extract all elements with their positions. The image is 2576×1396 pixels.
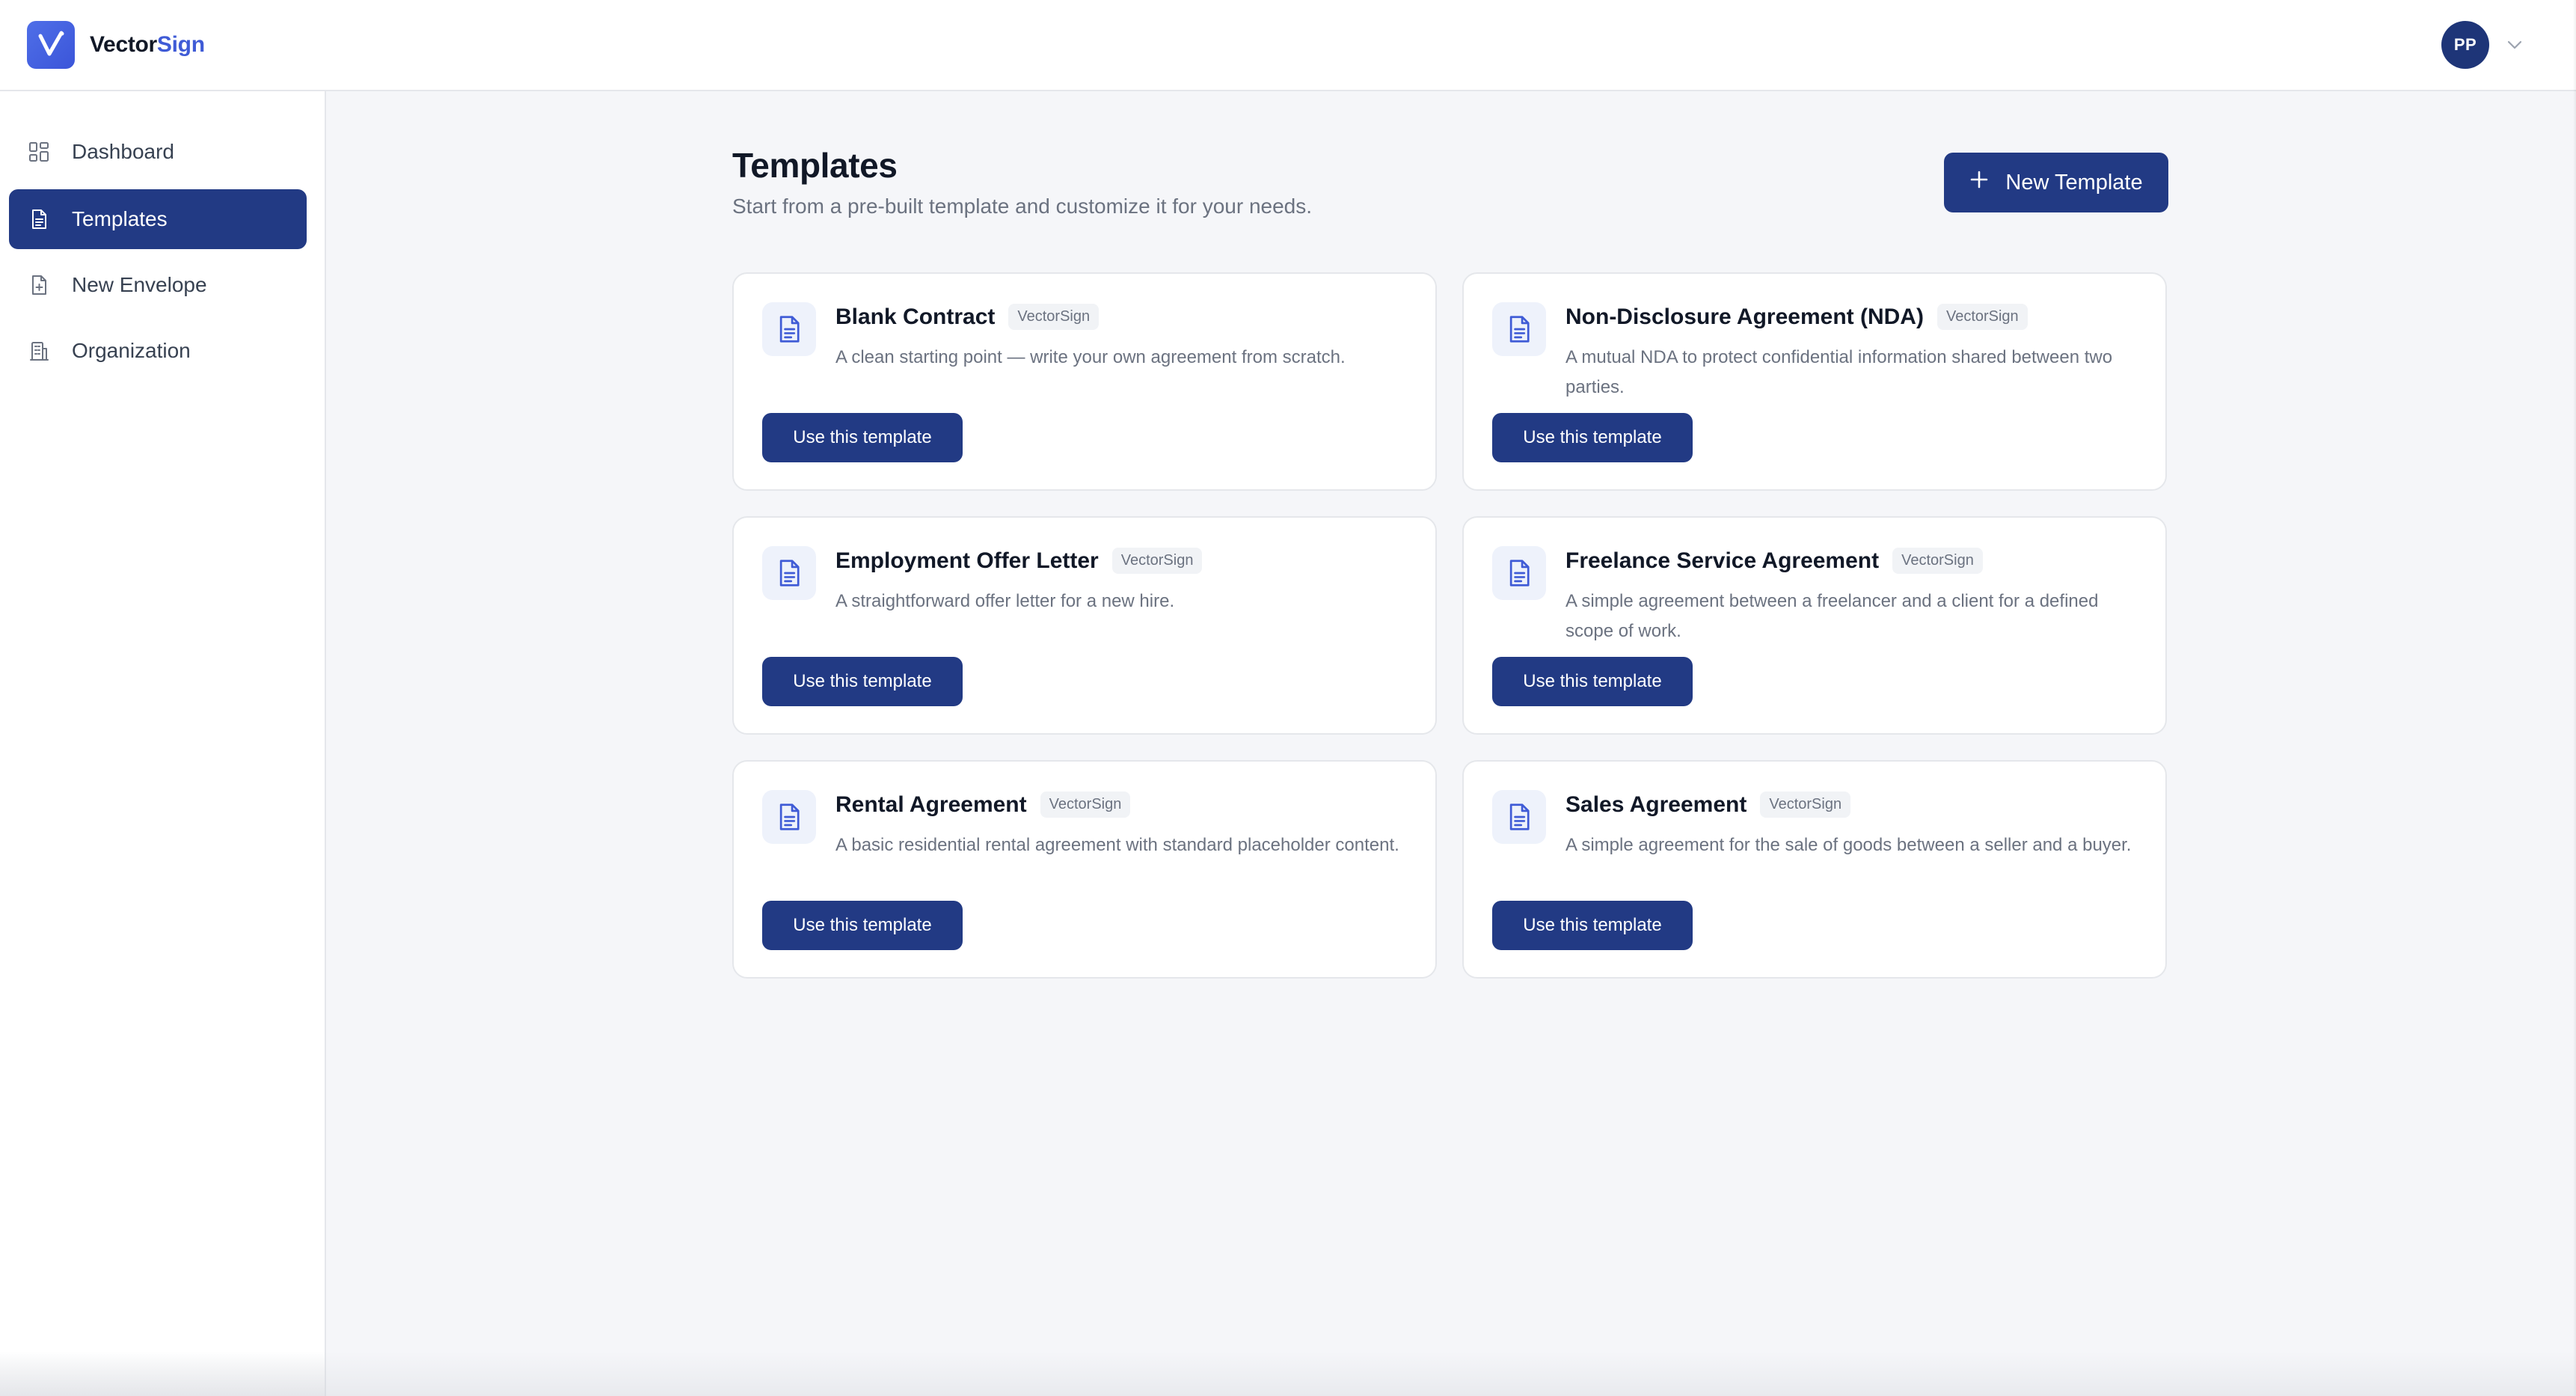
card-badge: VectorSign [1111,548,1203,574]
sidebar-item-label: New Envelope [72,273,207,296]
document-icon [1492,790,1546,844]
card-description: A straightforward offer letter for a new… [835,591,1175,611]
card-description: A simple agreement for the sale of goods… [1565,835,2132,855]
card-description: A simple agreement between a freelancer … [1565,591,2099,641]
card-title: Blank Contract [835,304,996,329]
brand-name: VectorSign [90,32,205,58]
sidebar-item-label: Organization [72,339,191,362]
sidebar-bottom-shadow [0,1351,326,1396]
brand[interactable]: VectorSign [27,21,205,69]
template-card-freelance-service-agreement: Freelance Service Agreement VectorSign A… [1462,516,2167,735]
template-card-sales-agreement: Sales Agreement VectorSign A simple agre… [1462,760,2167,979]
card-title: Sales Agreement [1565,792,1747,817]
main-content: Templates Start from a pre-built templat… [328,91,2576,1396]
use-template-button[interactable]: Use this template [1492,413,1693,462]
card-header: Non-Disclosure Agreement (NDA) VectorSig… [1565,304,2028,330]
card-header: Rental Agreement VectorSign [835,792,1131,818]
use-template-button[interactable]: Use this template [762,901,963,950]
sidebar: Dashboard Templates New Envelope Organiz… [0,91,326,1396]
document-icon [762,546,816,600]
template-card-rental-agreement: Rental Agreement VectorSign A basic resi… [732,760,1437,979]
card-badge: VectorSign [1892,548,1983,574]
sidebar-item-new-envelope[interactable]: New Envelope [9,255,307,315]
sidebar-item-label: Dashboard [72,140,174,163]
user-menu[interactable]: PP [2441,21,2524,69]
plus-icon [1969,170,1989,195]
card-badge: VectorSign [1008,304,1100,330]
grid-icon [28,141,49,162]
top-header: VectorSign PP [0,0,2576,91]
card-header: Employment Offer Letter VectorSign [835,548,1203,574]
sidebar-item-label: Templates [72,207,168,230]
template-card-employment-offer-letter: Employment Offer Letter VectorSign A str… [732,516,1437,735]
page-subtitle: Start from a pre-built template and cust… [732,195,1313,218]
card-badge: VectorSign [1936,304,2028,330]
card-description: A basic residential rental agreement wit… [835,835,1399,855]
sidebar-item-dashboard[interactable]: Dashboard [9,122,307,182]
chevron-down-icon[interactable] [2506,36,2524,54]
card-description: A mutual NDA to protect confidential inf… [1565,347,2113,397]
card-title: Freelance Service Agreement [1565,548,1880,573]
document-icon [762,790,816,844]
card-header: Sales Agreement VectorSign [1565,792,1851,818]
use-template-button[interactable]: Use this template [762,657,963,706]
document-icon [28,209,49,230]
sidebar-item-templates[interactable]: Templates [9,189,307,249]
card-description: A clean starting point — write your own … [835,347,1346,367]
use-template-button[interactable]: Use this template [1492,901,1693,950]
use-template-button[interactable]: Use this template [762,413,963,462]
document-icon [1492,302,1546,356]
card-title: Employment Offer Letter [835,548,1099,573]
new-template-label: New Template [2005,170,2143,195]
sidebar-item-organization[interactable]: Organization [9,321,307,381]
template-card-blank-contract: Blank Contract VectorSign A clean starti… [732,272,1437,491]
card-badge: VectorSign [1760,792,1851,818]
window-right-edge [2573,0,2576,1396]
brand-name-part1: Vector [90,32,157,57]
building-icon [28,340,49,361]
brand-name-part2: Sign [156,32,205,57]
template-grid: Blank Contract VectorSign A clean starti… [732,272,2168,1005]
card-header: Freelance Service Agreement VectorSign [1565,548,1983,574]
avatar[interactable]: PP [2441,21,2489,69]
new-template-button[interactable]: New Template [1944,153,2168,212]
card-badge: VectorSign [1040,792,1131,818]
app-root: VectorSign PP Dashboard Templates New En… [0,0,2576,1396]
template-card-nda: Non-Disclosure Agreement (NDA) VectorSig… [1462,272,2167,491]
card-header: Blank Contract VectorSign [835,304,1100,330]
card-title: Non-Disclosure Agreement (NDA) [1565,304,1924,329]
use-template-button[interactable]: Use this template [1492,657,1693,706]
document-icon [1492,546,1546,600]
page-title: Templates [732,146,898,185]
document-icon [762,302,816,356]
file-plus-icon [28,275,49,296]
checkmark-logo-icon [27,21,75,69]
card-title: Rental Agreement [835,792,1027,817]
